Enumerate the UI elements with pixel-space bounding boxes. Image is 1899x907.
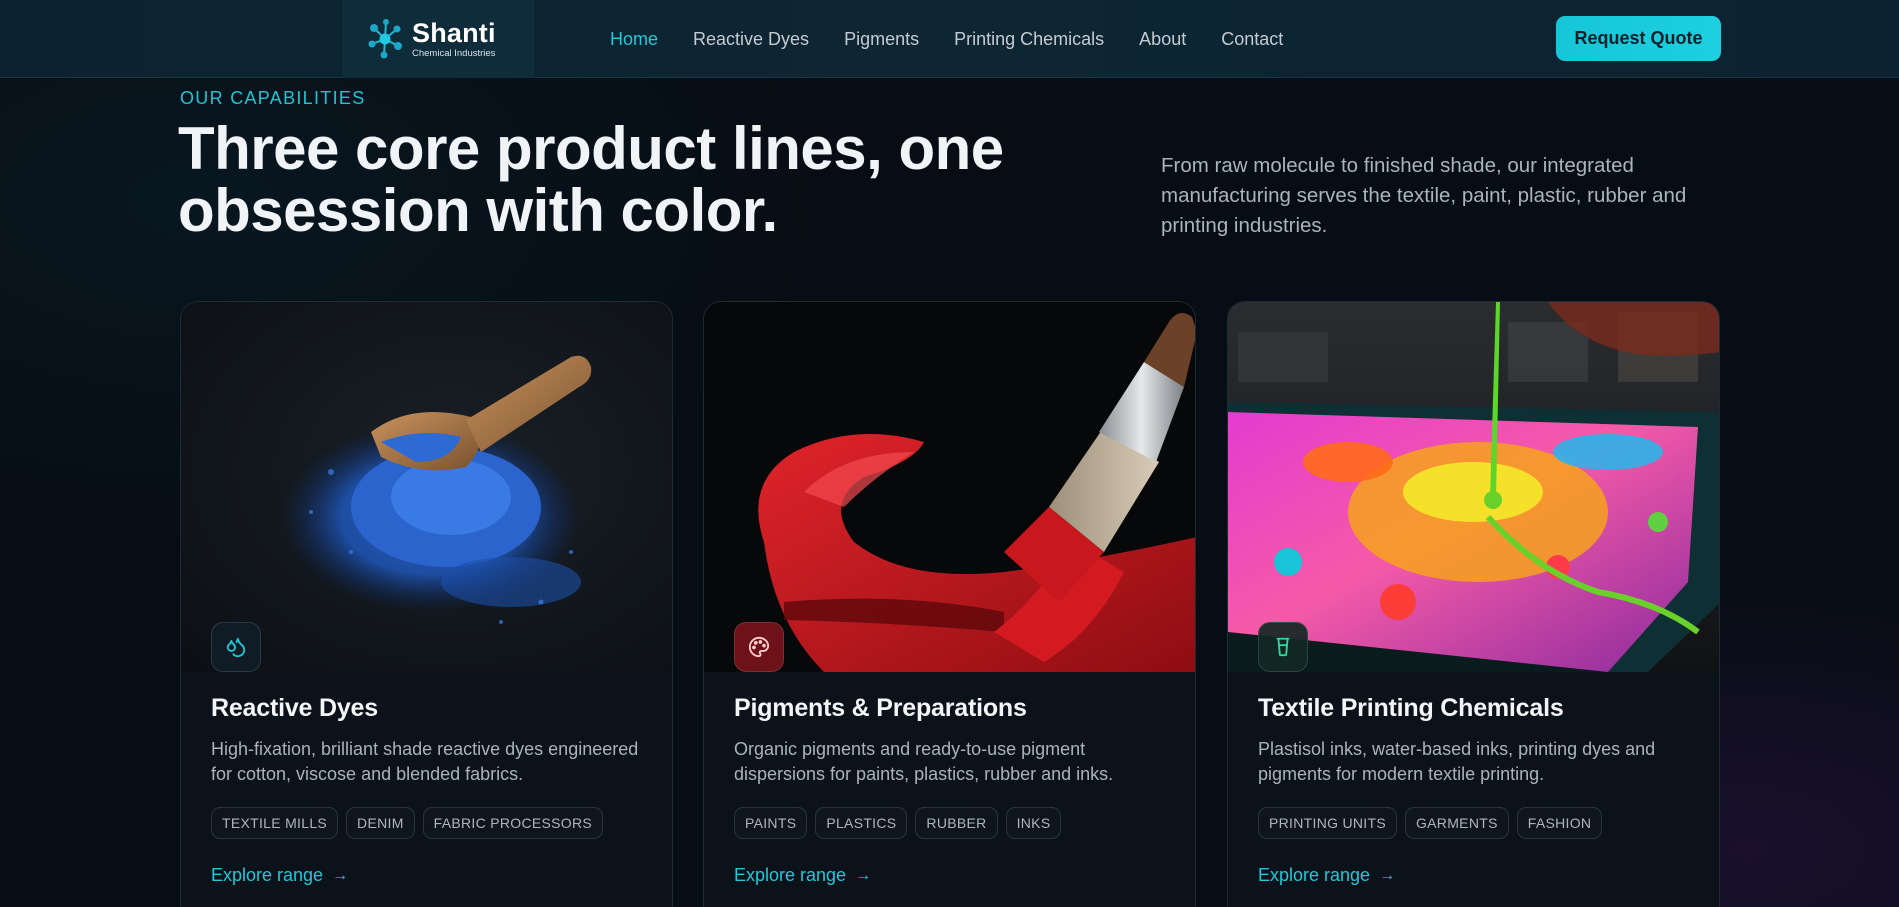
nav-link-pigments[interactable]: Pigments [844, 29, 919, 50]
top-navigation: Shanti Chemical Industries Home Reactive… [0, 0, 1899, 78]
card-title: Pigments & Preparations [734, 694, 1027, 722]
main-menu: Home Reactive Dyes Pigments Printing Che… [610, 0, 1318, 78]
explore-range-label: Explore range [211, 865, 324, 885]
arrow-right-icon: → [332, 866, 349, 884]
tag: PRINTING UNITS [1258, 807, 1397, 839]
palette-icon [734, 622, 784, 672]
nav-link-reactive-dyes[interactable]: Reactive Dyes [693, 29, 809, 50]
cup-icon [1258, 622, 1308, 672]
arrow-right-icon: → [855, 866, 872, 884]
explore-range-link[interactable]: Explore range → [1258, 865, 1395, 886]
drop-icon [211, 622, 261, 672]
explore-range-label: Explore range [1258, 865, 1371, 885]
molecule-logo-icon [368, 19, 402, 59]
tag: PAINTS [734, 807, 808, 839]
tag: RUBBER [915, 807, 998, 839]
tag: INKS [1005, 807, 1062, 839]
card-description: Plastisol inks, water-based inks, printi… [1258, 739, 1656, 784]
card-title: Textile Printing Chemicals [1258, 694, 1564, 722]
brand-logo[interactable]: Shanti Chemical Industries [342, 0, 534, 78]
screen-printing-ink-image [1228, 302, 1719, 672]
brand-subtitle: Chemical Industries [412, 48, 496, 59]
product-card-printing-chemicals[interactable]: Textile Printing Chemicals Plastisol ink… [1227, 301, 1720, 907]
section-eyebrow: OUR CAPABILITIES [180, 88, 366, 108]
card-description: High-fixation, brilliant shade reactive … [211, 739, 639, 784]
explore-range-link[interactable]: Explore range → [211, 865, 348, 886]
tag: FABRIC PROCESSORS [422, 807, 604, 839]
tag-list: TEXTILE MILLS DENIM FABRIC PROCESSORS [211, 807, 611, 839]
section-intro: From raw molecule to finished shade, our… [1161, 154, 1687, 237]
tag: GARMENTS [1404, 807, 1509, 839]
tag: FASHION [1516, 807, 1603, 839]
request-quote-button[interactable]: Request Quote [1556, 16, 1721, 61]
product-card-pigments[interactable]: Pigments & Preparations Organic pigments… [703, 301, 1196, 907]
tag: PLASTICS [815, 807, 908, 839]
arrow-right-icon: → [1379, 866, 1396, 884]
card-title: Reactive Dyes [211, 694, 378, 722]
tag-list: PRINTING UNITS GARMENTS FASHION [1258, 807, 1610, 839]
tag: DENIM [346, 807, 415, 839]
nav-link-contact[interactable]: Contact [1221, 29, 1283, 50]
blue-dye-powder-image [181, 302, 672, 672]
red-paint-brush-image [704, 302, 1195, 672]
nav-link-printing-chemicals[interactable]: Printing Chemicals [954, 29, 1104, 50]
tag: TEXTILE MILLS [211, 807, 339, 839]
explore-range-label: Explore range [734, 865, 847, 885]
nav-link-home[interactable]: Home [610, 29, 658, 50]
product-card-reactive-dyes[interactable]: Reactive Dyes High-fixation, brilliant s… [180, 301, 673, 907]
explore-range-link[interactable]: Explore range → [734, 865, 871, 886]
brand-name: Shanti [412, 18, 496, 48]
card-description: Organic pigments and ready-to-use pigmen… [734, 739, 1114, 784]
nav-link-about[interactable]: About [1139, 29, 1186, 50]
tag-list: PAINTS PLASTICS RUBBER INKS [734, 807, 1069, 839]
section-headline: Three core product lines, one obsession … [178, 115, 1004, 244]
